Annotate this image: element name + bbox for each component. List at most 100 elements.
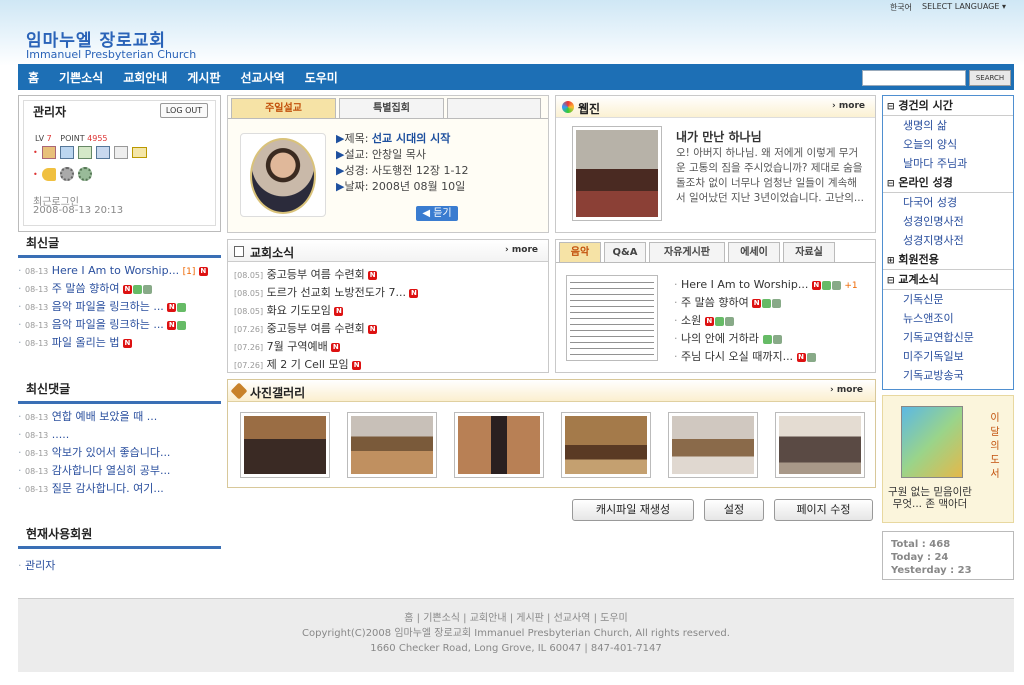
church-news-section-title[interactable]: ⊟ 교계소식 [883, 270, 1013, 290]
news-title: 제 2 기 Cell 모임 [266, 358, 349, 371]
recent-post-item[interactable]: · 08-13 Here I Am to Worship... [1] N [18, 262, 221, 280]
post-date: 08-13 [25, 321, 49, 330]
recent-posts-section: 최신글 · 08-13 Here I Am to Worship... [1] … [18, 234, 221, 352]
window-icon[interactable] [59, 146, 74, 159]
add-icon[interactable] [77, 146, 92, 159]
music-item[interactable]: · 주님 다시 오실 때까지... N [674, 348, 874, 366]
music-item[interactable]: · 주 말씀 향하여 N [674, 294, 874, 312]
gallery-more-link[interactable]: › more [830, 385, 863, 395]
sermon-title[interactable]: 선교 시대의 시작 [372, 132, 451, 145]
sidebar-item-devotion[interactable]: 날마다 주님과 [883, 154, 1013, 173]
logo-korean: 임마누엘 장로교회 [26, 31, 167, 51]
gallery-photo[interactable] [454, 412, 544, 478]
music-item[interactable]: · Here I Am to Worship... N +1 [674, 276, 874, 294]
nav-board[interactable]: 게시판 [187, 69, 220, 86]
music-item[interactable]: · 소원 N [674, 312, 874, 330]
regenerate-cache-button[interactable]: 캐시파일 재생성 [572, 499, 694, 521]
sidebar-item-news[interactable]: 기독교방송국 [883, 366, 1013, 385]
bible-section-title[interactable]: ⊟ 온라인 성경 [883, 173, 1013, 193]
gallery-photo[interactable] [347, 412, 437, 478]
webzine-more-link[interactable]: › more [832, 101, 865, 111]
nav-good-news[interactable]: 기쁜소식 [59, 69, 103, 86]
tab-qna[interactable]: Q&A [604, 242, 646, 262]
nav-home[interactable]: 홈 [28, 69, 39, 86]
listen-button[interactable]: ◀ 듣기 [416, 206, 458, 221]
tab-sunday-sermon[interactable]: 주일설교 [231, 98, 336, 118]
tab-essay[interactable]: 에세이 [728, 242, 780, 262]
post-title: 음악 파일을 링크하는 ... [51, 318, 164, 331]
gallery-photo[interactable] [775, 412, 865, 478]
sidebar-item-devotion[interactable]: 오늘의 양식 [883, 135, 1013, 154]
profile-icon[interactable] [41, 146, 56, 159]
tab-special-meeting[interactable]: 특별집회 [339, 98, 444, 118]
tab-archive[interactable]: 자료실 [783, 242, 835, 262]
news-item[interactable]: [08.05] 화요 기도모임 N [234, 302, 544, 320]
right-sidebar: ⊟ 경건의 시간 생명의 삶 오늘의 양식 날마다 주님과 ⊟ 온라인 성경 다… [882, 95, 1014, 390]
sidebar-item-devotion[interactable]: 생명의 삶 [883, 116, 1013, 135]
settings-icon[interactable] [77, 167, 92, 181]
file-icon [177, 320, 187, 330]
tab-music[interactable]: 음악 [559, 242, 601, 262]
member-item[interactable]: 관리자 [25, 559, 55, 572]
sheet-music-thumbnail[interactable] [566, 275, 658, 361]
search-input[interactable] [862, 70, 966, 86]
webzine-headline[interactable]: 내가 만난 하나님 [676, 128, 762, 145]
recent-post-item[interactable]: · 08-13 음악 파일을 링크하는 ... N [18, 298, 221, 316]
book-of-month-label: 이 달 의 도 서 [990, 413, 1000, 480]
nav-church-info[interactable]: 교회안내 [123, 69, 167, 86]
mail-icon[interactable] [131, 147, 147, 158]
lang-korean-link[interactable]: 한국어 [890, 2, 912, 13]
footer-links[interactable]: 홈 | 기쁜소식 | 교회안내 | 게시판 | 선교사역 | 도우미 [18, 611, 1014, 626]
footer-address: 1660 Checker Road, Long Grove, IL 60047 … [370, 643, 662, 654]
comment-count: +1 [844, 281, 858, 291]
gallery-title: 사진갤러리 [250, 386, 306, 400]
music-title: 나의 안에 거하라 [681, 332, 759, 345]
select-language-dropdown[interactable]: SELECT LANGUAGE ▾ [922, 2, 1006, 13]
news-item[interactable]: [07.26] 7월 구역예배 N [234, 338, 544, 356]
recent-comment-item[interactable]: · 08-13 감사합니다 열심히 공부... [18, 462, 221, 480]
book-cover[interactable] [901, 406, 963, 478]
news-item[interactable]: [07.26] 제 2 기 Cell 모임 N [234, 356, 544, 374]
recent-comment-item[interactable]: · 08-13 질문 감사합니다. 여기... [18, 480, 221, 498]
gear-icon[interactable] [59, 167, 74, 181]
settings-button[interactable]: 설정 [704, 499, 764, 521]
edit-page-button[interactable]: 페이지 수정 [774, 499, 873, 521]
church-news-more-link[interactable]: › more [505, 245, 538, 255]
news-title: 중고등부 여름 수련회 [266, 322, 365, 335]
sidebar-item-bible[interactable]: 성경지명사전 [883, 231, 1013, 250]
news-item[interactable]: [07.26] 중고등부 여름 수련회 N [234, 320, 544, 338]
sidebar-item-news[interactable]: 미주기독일보 [883, 347, 1013, 366]
recent-comment-item[interactable]: · 08-13 ..... [18, 426, 221, 444]
music-item[interactable]: · 나의 안에 거하라 [674, 330, 874, 348]
key-icon[interactable] [41, 167, 56, 181]
tab-free-board[interactable]: 자유게시판 [649, 242, 725, 262]
gallery-photo[interactable] [668, 412, 758, 478]
members-only-section-title[interactable]: ⊞ 회원전용 [883, 250, 1013, 270]
news-item[interactable]: [08.05] 중고등부 여름 수련회 N [234, 266, 544, 284]
sidebar-item-news[interactable]: 기독신문 [883, 290, 1013, 309]
news-item[interactable]: [08.05] 도르가 선교회 노방전도가 7... N [234, 284, 544, 302]
recent-post-item[interactable]: · 08-13 파일 올리는 법 N [18, 334, 221, 352]
recent-post-item[interactable]: · 08-13 음악 파일을 링크하는 ... N [18, 316, 221, 334]
logout-button[interactable]: LOG OUT [160, 103, 208, 118]
devotion-section-title[interactable]: ⊟ 경건의 시간 [883, 96, 1013, 116]
sidebar-item-news[interactable]: 뉴스앤조이 [883, 309, 1013, 328]
recent-comment-item[interactable]: · 08-13 연합 예배 보았을 때 ... [18, 408, 221, 426]
recent-comment-item[interactable]: · 08-13 악보가 있어서 좋습니다... [18, 444, 221, 462]
gallery-photo[interactable] [240, 412, 330, 478]
webzine-photo[interactable] [572, 126, 662, 221]
nav-help[interactable]: 도우미 [305, 69, 338, 86]
search-user-icon[interactable] [113, 146, 128, 159]
recent-post-item[interactable]: · 08-13 주 말씀 향하여 N [18, 280, 221, 298]
nav-mission[interactable]: 선교사역 [241, 69, 285, 86]
sidebar-item-bible[interactable]: 다국어 성경 [883, 193, 1013, 212]
sidebar-item-news[interactable]: 기독교연합신문 [883, 328, 1013, 347]
new-badge-icon: N [331, 342, 341, 352]
sidebar-item-bible[interactable]: 성경인명사전 [883, 212, 1013, 231]
gallery-photo[interactable] [561, 412, 651, 478]
church-logo[interactable]: 임마누엘 장로교회 Immanuel Presbyterian Church [26, 33, 196, 61]
edit-icon[interactable] [95, 146, 110, 159]
tab-empty[interactable] [447, 98, 541, 118]
search-button[interactable]: SEARCH [969, 70, 1011, 86]
book-caption[interactable]: 구원 없는 믿음이란 무엇... 존 맥아더 [887, 486, 973, 510]
